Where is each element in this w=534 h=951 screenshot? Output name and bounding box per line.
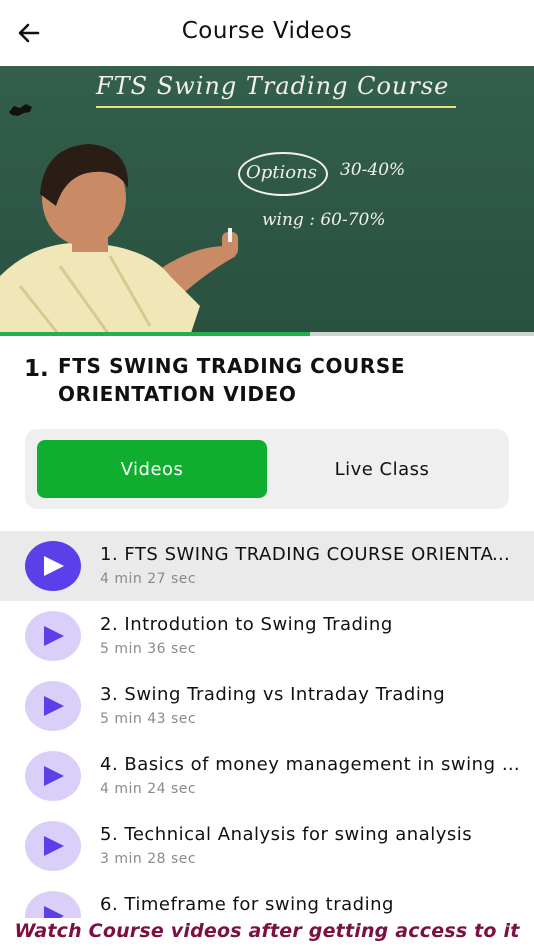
- video-duration: 5 min 43 sec: [100, 711, 197, 727]
- video-duration: 4 min 27 sec: [100, 571, 197, 587]
- instructor-figure: [0, 144, 238, 336]
- play-button-icon[interactable]: [25, 611, 81, 661]
- video-title: 1. FTS SWING TRADING COURSE ORIENTATION …: [100, 544, 520, 565]
- video-title: 6. Timeframe for swing trading: [100, 894, 394, 915]
- video-list-item[interactable]: 5. Technical Analysis for swing analysis…: [0, 811, 534, 881]
- video-list-item[interactable]: 2. Introdution to Swing Trading 5 min 36 …: [0, 601, 534, 671]
- promo-caption: Watch Course videos after getting access…: [14, 920, 520, 942]
- tab-bar: Videos Live Class: [25, 429, 509, 509]
- video-title: 5. Technical Analysis for swing analysis: [100, 824, 473, 845]
- video-list-item[interactable]: 4. Basics of money management in swing t…: [0, 741, 534, 811]
- video-player[interactable]: FTS Swing Trading Course Options 30-40% …: [0, 66, 534, 336]
- video-progress-bar[interactable]: [0, 332, 534, 336]
- play-button-icon[interactable]: [25, 541, 81, 591]
- video-progress-fill: [0, 332, 310, 336]
- video-list-item[interactable]: 1. FTS SWING TRADING COURSE ORIENTATION …: [0, 531, 534, 601]
- play-button-icon[interactable]: [25, 681, 81, 731]
- video-duration: 5 min 36 sec: [100, 641, 197, 657]
- video-duration: 3 min 28 sec: [100, 851, 197, 867]
- video-duration: 4 min 24 sec: [100, 781, 197, 797]
- video-list: 1. FTS SWING TRADING COURSE ORIENTATION …: [0, 531, 534, 951]
- page-title: Course Videos: [181, 18, 353, 44]
- video-list-item[interactable]: 3. Swing Trading vs Intraday Trading 5 mi…: [0, 671, 534, 741]
- tab-videos[interactable]: Videos: [37, 440, 267, 498]
- board-swing-pct: wing : 60-70%: [262, 210, 386, 230]
- video-title: 3. Swing Trading vs Intraday Trading: [100, 684, 446, 705]
- top-bar: Course Videos: [0, 0, 534, 66]
- course-number: 1.: [24, 356, 49, 382]
- play-button-icon[interactable]: [25, 751, 81, 801]
- tab-live-class[interactable]: Live Class: [267, 440, 497, 498]
- course-title: FTS SWING TRADING COURSE ORIENTATION VID…: [58, 354, 406, 406]
- promo-caption-bar: Watch Course videos after getting access…: [0, 918, 534, 950]
- video-title: 4. Basics of money management in swing t…: [100, 754, 520, 775]
- play-button-icon[interactable]: [25, 821, 81, 871]
- board-title: FTS Swing Trading Course: [96, 72, 456, 108]
- board-options-pct: 30-40%: [340, 160, 406, 180]
- video-title: 2. Introdution to Swing Trading: [100, 614, 393, 635]
- bull-logo-icon: [9, 104, 32, 116]
